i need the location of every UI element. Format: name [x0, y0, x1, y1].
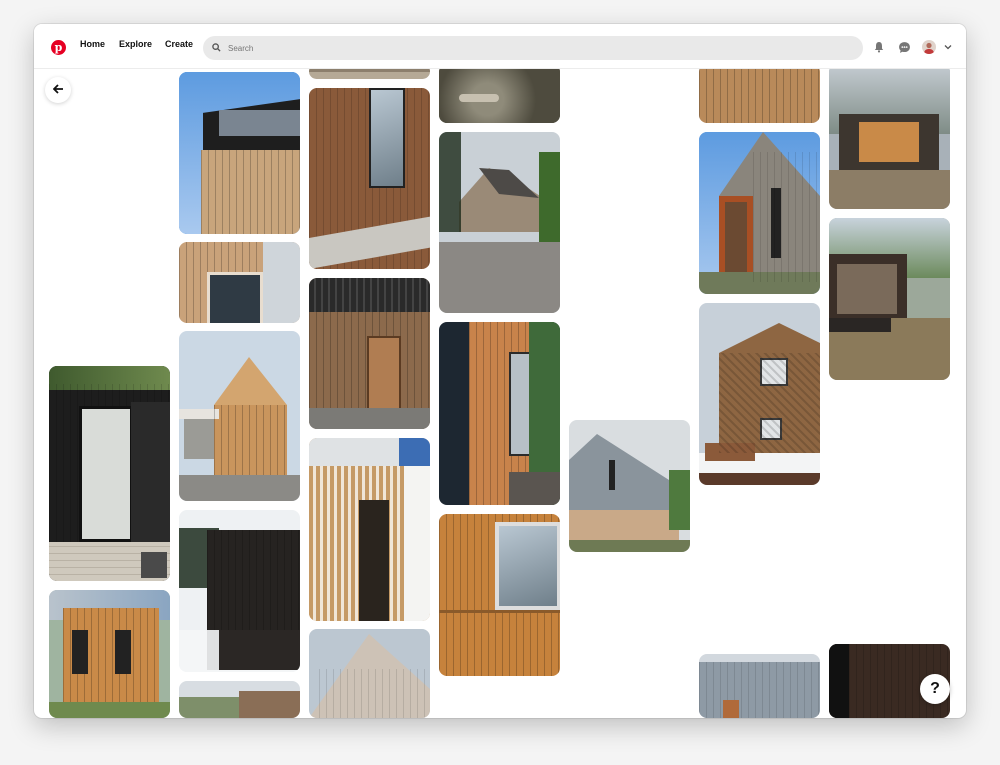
avatar[interactable] [922, 40, 936, 54]
arrow-left-icon [52, 81, 64, 99]
pin-image[interactable] [569, 420, 690, 552]
back-button[interactable] [45, 77, 71, 103]
pin-image[interactable] [439, 322, 560, 505]
pin-image[interactable] [309, 88, 430, 269]
pinterest-logo[interactable]: p [51, 40, 66, 55]
help-button[interactable]: ? [920, 674, 950, 704]
pin-image[interactable] [179, 681, 300, 718]
search-icon [212, 42, 221, 54]
pin-image[interactable] [179, 510, 300, 672]
chat-icon[interactable] [897, 40, 911, 54]
search-input[interactable] [226, 42, 830, 54]
pin-image[interactable] [49, 366, 170, 581]
nav-explore[interactable]: Explore [119, 39, 152, 49]
pin-image[interactable] [699, 132, 820, 294]
chevron-down-icon[interactable] [941, 40, 955, 54]
pin-image[interactable] [829, 218, 950, 380]
bell-icon[interactable] [872, 40, 886, 54]
pin-grid [34, 24, 966, 718]
question-icon: ? [930, 680, 940, 697]
pin-image[interactable] [179, 242, 300, 323]
pin-image[interactable] [699, 303, 820, 485]
pin-image[interactable] [439, 132, 560, 313]
pin-image[interactable] [829, 64, 950, 209]
pin-image[interactable] [439, 514, 560, 676]
pin-image[interactable] [309, 438, 430, 621]
pin-image[interactable] [49, 590, 170, 718]
pin-image[interactable] [699, 654, 820, 718]
pin-image[interactable] [179, 72, 300, 234]
nav-create[interactable]: Create [165, 39, 193, 49]
browser-window: p Home Explore Create Search ? [34, 24, 966, 718]
top-navigation-bar: p Home Explore Create [34, 24, 966, 69]
nav-home[interactable]: Home [80, 39, 105, 49]
pin-image[interactable] [699, 64, 820, 123]
pin-image[interactable] [179, 331, 300, 501]
pin-image[interactable] [309, 629, 430, 718]
pin-image[interactable] [439, 64, 560, 123]
pin-image[interactable] [309, 278, 430, 429]
search-bar[interactable] [203, 36, 863, 60]
